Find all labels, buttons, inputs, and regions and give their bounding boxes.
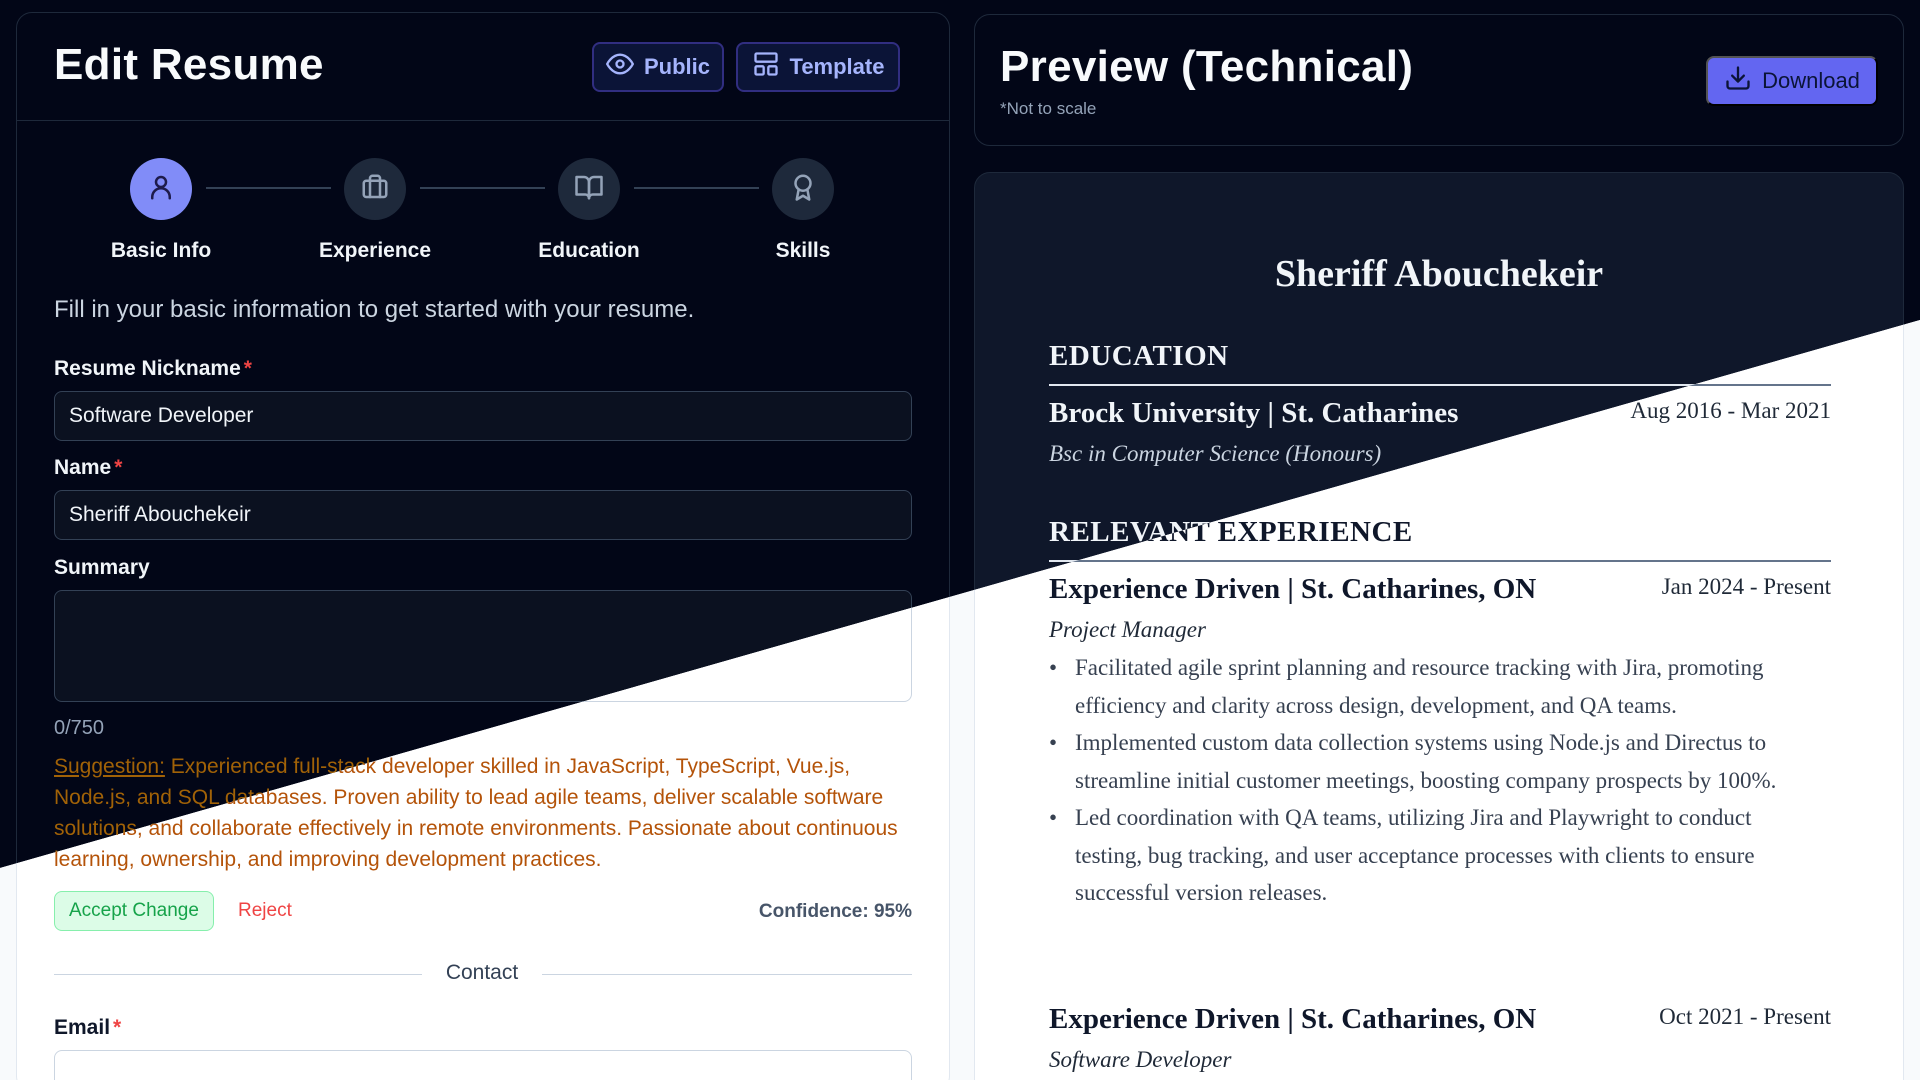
confidence-score: Confidence: 95% [758, 901, 912, 922]
book-open-icon [574, 172, 604, 207]
download-button-label: Download [1762, 68, 1860, 93]
summary-label: Summary [54, 556, 150, 579]
contact-divider-right [542, 974, 912, 975]
stepper-connector [634, 187, 759, 189]
nickname-label: Resume Nickname* [54, 357, 252, 380]
required-marker: * [114, 456, 123, 479]
layout-template-icon [752, 50, 780, 84]
email-label: Email* [54, 1016, 122, 1039]
experience-heading-rule [1049, 560, 1831, 562]
preview-title: Preview (Technical) [1000, 42, 1414, 91]
summary-character-counter: 0/750 [54, 717, 105, 739]
list-item: Facilitated agile sprint planning and re… [1049, 649, 1809, 724]
experience-dates: Jan 2024 - Present [1661, 574, 1831, 599]
contact-divider-left [54, 974, 422, 975]
public-button[interactable]: Public [592, 42, 724, 92]
list-item: Implemented custom data collection syste… [1049, 724, 1809, 799]
step-label-basic-info: Basic Info [110, 239, 212, 262]
step-basic-info[interactable] [130, 158, 192, 220]
step-label-education: Education [538, 239, 640, 262]
accept-change-button[interactable]: Accept Change [54, 891, 214, 931]
stepper-connector [206, 187, 331, 189]
template-button[interactable]: Template [736, 42, 900, 92]
download-button[interactable]: Download [1706, 56, 1878, 106]
name-label: Name* [54, 456, 123, 479]
suggestion-label: Suggestion: [54, 755, 165, 778]
intro-text: Fill in your basic information to get st… [54, 296, 695, 323]
resume-name: Sheriff Abouchekeir [1274, 253, 1604, 295]
editor-header-divider [16, 120, 950, 121]
experience-dates: Oct 2021 - Present [1659, 1004, 1831, 1029]
nickname-input[interactable]: Software Developer [54, 391, 912, 441]
required-marker: * [243, 357, 252, 380]
not-to-scale-note: *Not to scale [1000, 99, 1097, 118]
experience-role: Software Developer [1049, 1047, 1232, 1072]
step-label-experience: Experience [318, 239, 432, 262]
email-input[interactable] [54, 1050, 912, 1080]
page-title: Edit Resume [54, 40, 324, 89]
user-icon [146, 172, 176, 207]
step-label-skills: Skills [775, 239, 831, 262]
reject-button[interactable]: Reject [238, 900, 292, 922]
experience-org: Experience Driven | St. Catharines, ON [1049, 573, 1537, 605]
step-education[interactable] [558, 158, 620, 220]
stepper-connector [420, 187, 545, 189]
required-marker: * [113, 1016, 122, 1039]
resume-education-heading: EDUCATION [1049, 340, 1229, 372]
briefcase-icon [360, 172, 390, 207]
experience-bullet-list: Facilitated agile sprint planning and re… [1049, 649, 1809, 912]
eye-icon [605, 50, 634, 84]
education-degree: Bsc in Computer Science (Honours) [1049, 441, 1382, 466]
step-skills[interactable] [772, 158, 834, 220]
list-item: Led coordination with QA teams, utilizin… [1049, 799, 1809, 912]
name-input[interactable]: Sheriff Abouchekeir [54, 490, 912, 540]
education-institution: Brock University | St. Catharines [1049, 397, 1459, 429]
experience-role: Project Manager [1049, 617, 1206, 642]
step-experience[interactable] [344, 158, 406, 220]
experience-org: Experience Driven | St. Catharines, ON [1049, 1003, 1537, 1035]
download-icon [1724, 64, 1752, 98]
template-button-label: Template [789, 54, 885, 79]
award-icon [788, 172, 818, 207]
contact-section-label: Contact [445, 961, 519, 984]
public-button-label: Public [643, 54, 710, 79]
